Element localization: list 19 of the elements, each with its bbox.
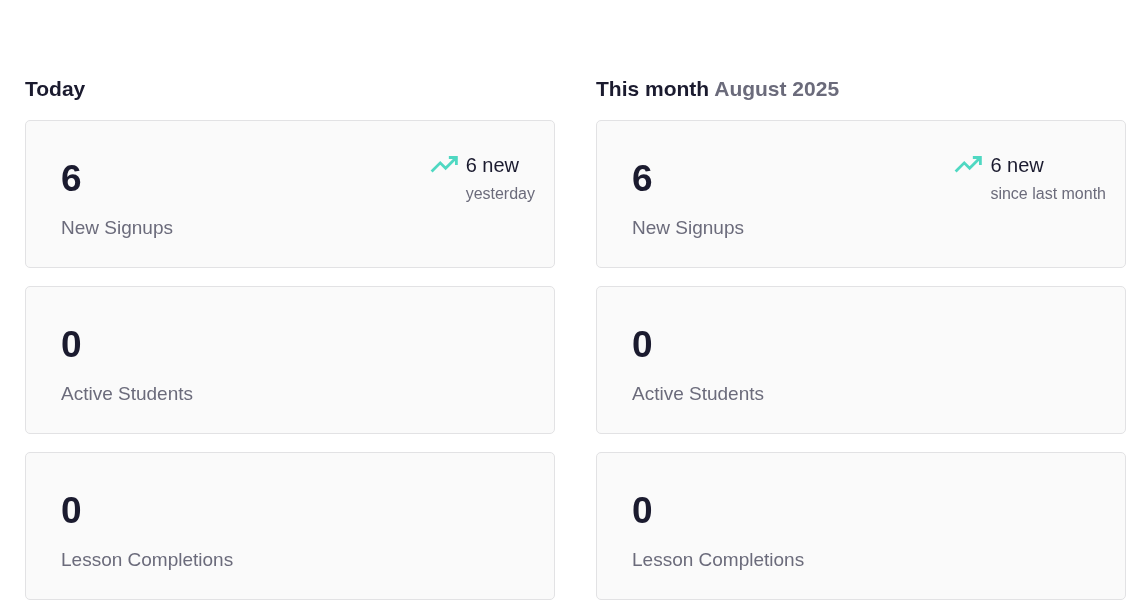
trend-period: yesterday (465, 184, 535, 204)
stat-value: 0 (632, 323, 653, 366)
trend-period: since last month (990, 184, 1106, 204)
stat-value: 0 (61, 489, 82, 532)
stat-value: 0 (632, 489, 653, 532)
section-subtitle: August 2025 (714, 77, 840, 100)
trend-change: 6 new (990, 153, 1044, 177)
stat-label: Active Students (632, 382, 765, 406)
section-title: This month (596, 77, 710, 100)
stat-value: 0 (61, 323, 82, 366)
trend-change: 6 new (465, 153, 519, 177)
section-title: Today (25, 77, 86, 100)
stat-label: New Signups (61, 216, 173, 240)
stat-label: Lesson Completions (61, 548, 234, 572)
stat-label: Active Students (61, 382, 194, 406)
stat-value: 6 (632, 157, 653, 200)
stat-label: Lesson Completions (632, 548, 805, 572)
stat-value: 6 (61, 157, 82, 200)
stat-label: New Signups (632, 216, 744, 240)
